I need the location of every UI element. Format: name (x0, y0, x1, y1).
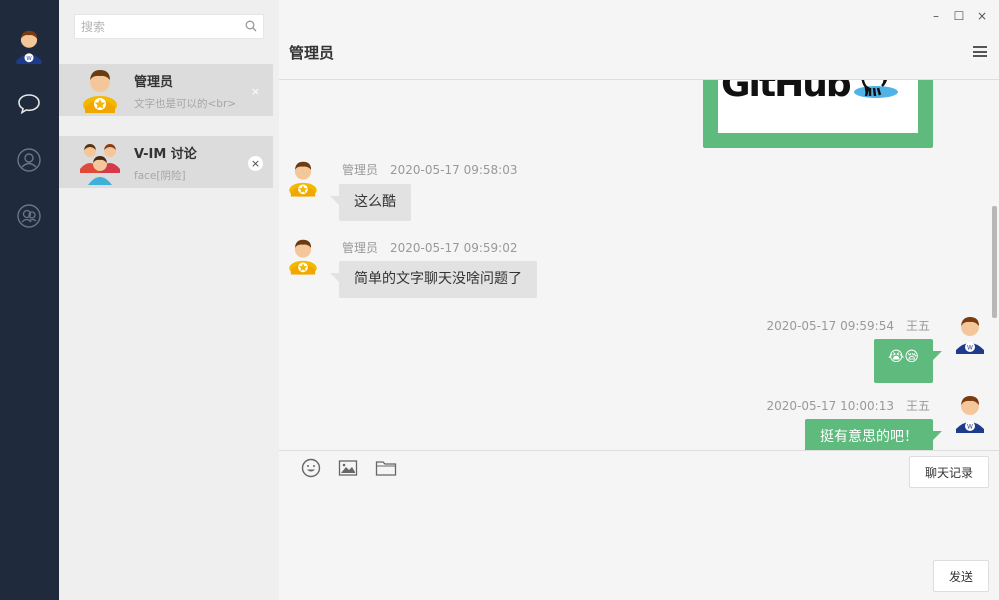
sender-avatar[interactable] (286, 236, 320, 276)
chat-history-button[interactable]: 聊天记录 (909, 456, 989, 488)
sender-name: 管理员 (342, 241, 378, 255)
close-conversation-icon[interactable]: × (248, 84, 263, 99)
message-bubble: 简单的文字聊天没啥问题了 (339, 261, 537, 298)
contact-icon[interactable] (16, 147, 42, 173)
sender-avatar[interactable] (953, 393, 987, 433)
scrollbar-thumb[interactable] (992, 206, 997, 318)
close-window-icon[interactable]: × (975, 9, 989, 23)
image-message[interactable]: GitHub (703, 80, 933, 148)
octocat-icon (852, 80, 900, 100)
message-time: 2020-05-17 10:00:13 (767, 399, 894, 413)
message-list[interactable]: GitHub 管理员 2020-05-17 09:58:03 这么酷 管理员 202… (279, 80, 999, 450)
conversation-preview: 文字也是可以的<br> (134, 96, 236, 111)
conversation-name: 管理员 (134, 71, 173, 90)
conversation-item-admin[interactable]: 管理员 文字也是可以的<br> × (59, 64, 273, 116)
group-icon[interactable] (16, 203, 42, 229)
conversation-item-vim[interactable]: V-IM 讨论 face[阴险] × (59, 136, 273, 188)
search-input[interactable] (75, 15, 235, 38)
conversation-list: 管理员 文字也是可以的<br> × V-IM 讨论 face[阴险] × (59, 0, 279, 600)
send-button[interactable]: 发送 (933, 560, 989, 592)
chat-title: 管理员 (289, 42, 334, 63)
maximize-icon[interactable]: ☐ (952, 9, 966, 23)
message-time: 2020-05-17 09:59:54 (767, 319, 894, 333)
composer-divider (279, 450, 999, 451)
message-meta: 2020-05-17 09:59:54 王五 (767, 317, 930, 334)
search-box (74, 14, 264, 39)
minimize-icon[interactable]: – (929, 9, 943, 23)
message-meta: 管理员 2020-05-17 09:59:02 (342, 239, 517, 256)
github-logo-text: GitHub (721, 80, 850, 105)
folder-icon[interactable] (375, 458, 397, 478)
menu-icon[interactable] (973, 46, 987, 58)
sender-name: 王五 (906, 319, 930, 333)
github-image: GitHub (718, 80, 918, 133)
sender-name: 管理员 (342, 163, 378, 177)
sender-avatar[interactable] (953, 314, 987, 354)
message-bubble: 挺有意思的吧！ (805, 419, 933, 450)
chat-panel: – ☐ × 管理员 GitHub 管理员 2020-05-17 09:58:03 … (279, 0, 999, 600)
conversation-preview: face[阴险] (134, 168, 186, 183)
message-bubble: 这么酷 (339, 184, 411, 221)
chat-icon[interactable] (16, 91, 42, 117)
close-conversation-icon[interactable]: × (248, 156, 263, 171)
message-time: 2020-05-17 09:58:03 (390, 163, 517, 177)
sender-name: 王五 (906, 399, 930, 413)
message-time: 2020-05-17 09:59:02 (390, 241, 517, 255)
image-icon[interactable] (338, 458, 358, 478)
left-nav (0, 0, 59, 600)
message-meta: 2020-05-17 10:00:13 王五 (767, 397, 930, 414)
emoji-message-bubble: 😭😪 (874, 339, 933, 383)
emoji-icon[interactable] (301, 458, 321, 478)
current-user-avatar[interactable] (13, 28, 45, 64)
group-avatar (79, 139, 121, 185)
search-icon[interactable] (245, 20, 257, 32)
conversation-name: V-IM 讨论 (134, 143, 197, 162)
admin-avatar (79, 67, 121, 113)
sender-avatar[interactable] (286, 158, 320, 198)
message-meta: 管理员 2020-05-17 09:58:03 (342, 161, 517, 178)
message-input[interactable] (289, 494, 929, 554)
